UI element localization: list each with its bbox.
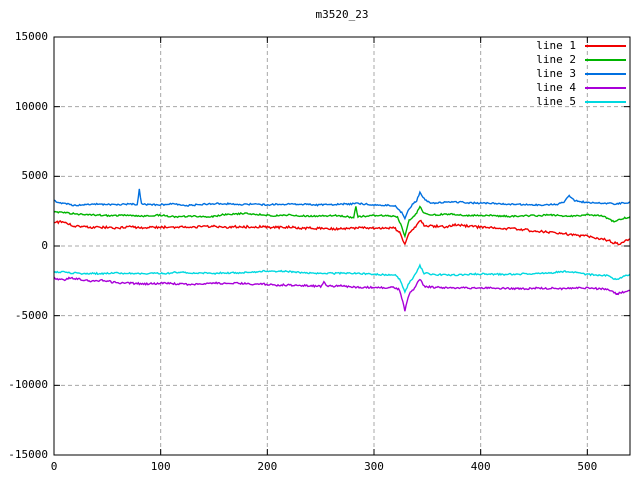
legend-label: line 1 <box>536 39 576 52</box>
x-tick-label: 100 <box>150 460 171 473</box>
y-tick-label: 10000 <box>14 99 48 113</box>
series-line-4 <box>54 276 630 312</box>
legend-label: line 3 <box>536 67 576 80</box>
legend-swatch-line <box>585 73 626 75</box>
y-tick-label: 0 <box>41 239 48 252</box>
legend: line 1 line 2 line 3 line 4 line 5 <box>536 39 626 109</box>
x-tick-label: 300 <box>364 460 384 473</box>
legend-label: line 4 <box>536 81 576 94</box>
series-line-5 <box>54 263 630 295</box>
gnuplot-chart: m3520_23 -15000 -10000 -5000 0 5000 10000 1500… <box>0 0 640 480</box>
y-tick-label: -15000 <box>8 448 48 461</box>
x-tick-label: 400 <box>470 460 491 473</box>
x-tick-label: 0 <box>50 460 58 473</box>
legend-item: line 2 <box>536 53 626 67</box>
x-tick-label: 500 <box>577 460 598 473</box>
y-tick-label: -10000 <box>8 378 48 392</box>
x-tick-label: 200 <box>257 460 278 473</box>
legend-swatch-line <box>585 87 626 89</box>
legend-swatch-line <box>585 59 626 61</box>
legend-label: line 2 <box>536 53 576 66</box>
y-tick-label: -5000 <box>14 308 48 322</box>
legend-item: line 1 <box>536 39 626 53</box>
legend-item: line 3 <box>536 67 626 81</box>
y-tick-label: 5000 <box>21 169 49 183</box>
legend-swatch-line <box>585 101 626 103</box>
legend-item: line 4 <box>536 81 626 95</box>
y-tick-label: 15000 <box>14 30 48 43</box>
legend-item: line 5 <box>536 95 626 109</box>
legend-label: line 5 <box>536 95 576 108</box>
legend-swatch-line <box>585 45 626 47</box>
series-line-1 <box>54 219 630 246</box>
